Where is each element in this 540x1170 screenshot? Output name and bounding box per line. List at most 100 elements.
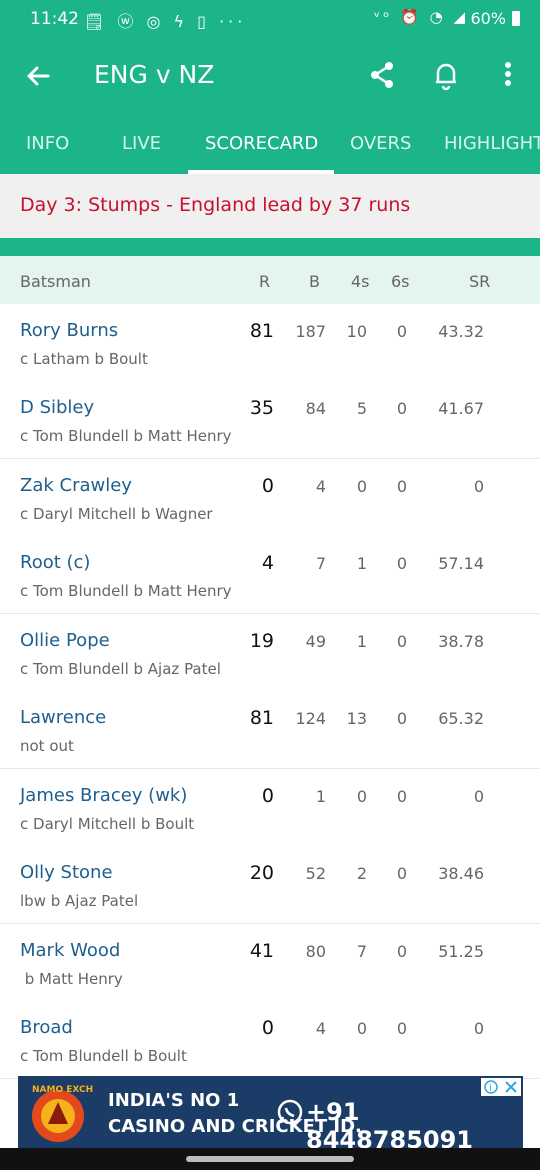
header-runs: R (259, 272, 271, 291)
innings-header-band (0, 238, 540, 256)
dismissal-text: c Tom Blundell b Matt Henry (20, 427, 232, 445)
tab-bar: INFO LIVE SCORECARD OVERS HIGHLIGHTS (0, 114, 540, 174)
runs-cell: 20 (249, 862, 274, 884)
fours-cell: 0 (356, 1019, 367, 1038)
sixes-cell: 0 (396, 477, 407, 496)
strike-rate-cell: 43.32 (438, 322, 484, 341)
battery-icon (512, 11, 520, 26)
runs-cell: 35 (249, 397, 274, 419)
dismissal-text: c Tom Blundell b Boult (20, 1047, 187, 1065)
advertisement-banner[interactable]: NAMO EXCH INDIA'S NO 1 CASINO AND CRICKE… (18, 1076, 523, 1148)
dismissal-text: lbw b Ajaz Patel (20, 892, 139, 910)
strike-rate-cell: 51.25 (438, 942, 484, 961)
fours-cell: 1 (356, 632, 367, 651)
dismissal-text: c Latham b Boult (20, 350, 148, 368)
balls-cell: 124 (295, 709, 326, 728)
batsman-name[interactable]: James Bracey (wk) (20, 785, 187, 806)
header-strike-rate: SR (469, 272, 491, 291)
balls-cell: 187 (295, 322, 326, 341)
ad-choices-close-icon[interactable]: i (481, 1078, 521, 1096)
header-batsman: Batsman (20, 272, 91, 291)
table-row[interactable]: Ollie Pope c Tom Blundell b Ajaz Patel 1… (0, 614, 540, 692)
runs-cell: 4 (261, 552, 274, 574)
home-gesture-handle[interactable] (186, 1156, 354, 1162)
strike-rate-cell: 0 (473, 477, 484, 496)
system-icons: ᵛᵒ ⏰ ◔ ◢ (373, 8, 468, 26)
table-row[interactable]: D Sibley c Tom Blundell b Matt Henry 35 … (0, 381, 540, 459)
dismissal-text: not out (20, 737, 74, 755)
balls-cell: 4 (315, 1019, 326, 1038)
tab-highlights[interactable]: HIGHLIGHTS (444, 114, 540, 174)
whatsapp-icon (276, 1098, 304, 1126)
svg-text:NAMO EXCH: NAMO EXCH (32, 1085, 93, 1095)
strike-rate-cell: 41.67 (438, 399, 484, 418)
tab-live[interactable]: LIVE (122, 114, 161, 174)
fours-cell: 5 (356, 399, 367, 418)
batsman-name[interactable]: D Sibley (20, 397, 94, 418)
dismissal-text: b Matt Henry (20, 970, 123, 988)
sixes-cell: 0 (396, 554, 407, 573)
more-options-icon[interactable] (496, 58, 520, 92)
batsman-name[interactable]: Zak Crawley (20, 475, 132, 496)
runs-cell: 0 (261, 785, 274, 807)
match-status-banner: Day 3: Stumps - England lead by 37 runs (0, 174, 540, 238)
table-row[interactable]: Olly Stone lbw b Ajaz Patel 20 52 2 0 38… (0, 846, 540, 924)
batsman-name[interactable]: Broad (20, 1017, 73, 1038)
ad-phone-number: +91 8448785091 (306, 1098, 473, 1148)
fours-cell: 0 (356, 477, 367, 496)
strike-rate-cell: 0 (473, 787, 484, 806)
share-icon[interactable] (366, 58, 398, 92)
balls-cell: 1 (315, 787, 326, 806)
table-row[interactable]: Rory Burns c Latham b Boult 81 187 10 0 … (0, 304, 540, 382)
back-arrow-icon[interactable] (22, 58, 54, 94)
strike-rate-cell: 65.32 (438, 709, 484, 728)
balls-cell: 49 (305, 632, 326, 651)
table-row[interactable]: Mark Wood b Matt Henry 41 80 7 0 51.25 (0, 924, 540, 1002)
batsman-name[interactable]: Root (c) (20, 552, 90, 573)
batsman-name[interactable]: Lawrence (20, 707, 106, 728)
fours-cell: 0 (356, 787, 367, 806)
batsman-name[interactable]: Mark Wood (20, 940, 120, 961)
header-fours: 4s (351, 272, 370, 291)
table-row[interactable]: Zak Crawley c Daryl Mitchell b Wagner 0 … (0, 459, 540, 537)
sixes-cell: 0 (396, 787, 407, 806)
dismissal-text: c Tom Blundell b Ajaz Patel (20, 660, 221, 678)
runs-cell: 41 (249, 940, 274, 962)
clock: 11:42 (30, 9, 79, 29)
strike-rate-cell: 38.46 (438, 864, 484, 883)
fours-cell: 1 (356, 554, 367, 573)
app-bar: ENG v NZ (0, 38, 540, 114)
table-row[interactable]: Broad c Tom Blundell b Boult 0 4 0 0 0 (0, 1001, 540, 1079)
balls-cell: 84 (305, 399, 326, 418)
scorecard-header: Batsman R B 4s 6s SR (0, 256, 540, 304)
match-status-text: Day 3: Stumps - England lead by 37 runs (20, 194, 411, 216)
namo-exch-logo: NAMO EXCH (26, 1080, 112, 1144)
page-title: ENG v NZ (94, 60, 215, 89)
tab-overs[interactable]: OVERS (350, 114, 411, 174)
runs-cell: 0 (261, 475, 274, 497)
battery-level: 60% (470, 9, 506, 28)
dismissal-text: c Daryl Mitchell b Wagner (20, 505, 213, 523)
fours-cell: 10 (346, 322, 367, 341)
batsman-name[interactable]: Ollie Pope (20, 630, 110, 651)
tab-info[interactable]: INFO (26, 114, 69, 174)
status-bar: 11:42 🗒 ⓦ ◎ ϟ ▯ ··· ᵛᵒ ⏰ ◔ ◢ 60% (0, 0, 540, 38)
bell-icon[interactable] (430, 58, 462, 92)
batsman-name[interactable]: Rory Burns (20, 320, 118, 341)
runs-cell: 19 (249, 630, 274, 652)
table-row[interactable]: Root (c) c Tom Blundell b Matt Henry 4 7… (0, 536, 540, 614)
tab-scorecard[interactable]: SCORECARD (205, 114, 318, 174)
sixes-cell: 0 (396, 1019, 407, 1038)
table-row[interactable]: Lawrence not out 81 124 13 0 65.32 (0, 691, 540, 769)
strike-rate-cell: 0 (473, 1019, 484, 1038)
notification-icons: 🗒 ⓦ ◎ ϟ ▯ ··· (84, 12, 247, 31)
fours-cell: 13 (346, 709, 367, 728)
sixes-cell: 0 (396, 399, 407, 418)
fours-cell: 2 (356, 864, 367, 883)
table-row[interactable]: James Bracey (wk) c Daryl Mitchell b Bou… (0, 769, 540, 847)
runs-cell: 81 (249, 707, 274, 729)
sixes-cell: 0 (396, 632, 407, 651)
batsman-name[interactable]: Olly Stone (20, 862, 113, 883)
balls-cell: 52 (305, 864, 326, 883)
header-balls: B (309, 272, 320, 291)
